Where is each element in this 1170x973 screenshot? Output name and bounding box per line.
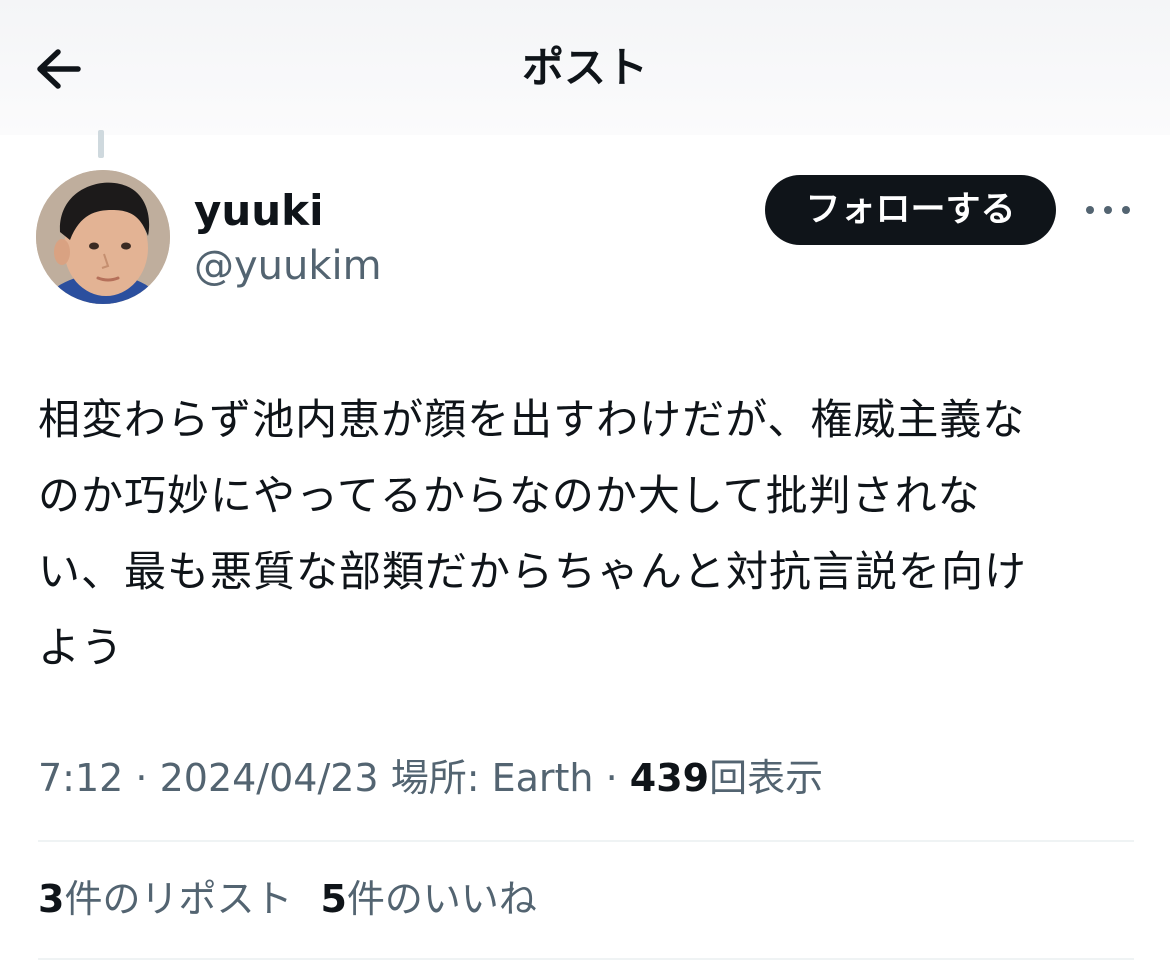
likes-count: 5 [320,877,347,921]
divider [38,958,1134,960]
reposts-count: 3 [38,877,65,921]
reposts-stat[interactable]: 3件のリポスト [38,872,292,926]
tweet-text: 相変わらず池内恵が顔を出すわけだが、権威主義な のか巧妙にやってるからなのか大し… [38,395,1028,672]
child-portrait-avatar [36,170,170,304]
more-options-button[interactable] [1082,192,1134,228]
more-horizontal-icon [1086,206,1130,214]
likes-label: 件のいいね [346,877,537,921]
top-bar: ポスト [0,0,1170,135]
meta-separator: · [593,756,630,800]
follow-button[interactable]: フォローする [765,175,1056,245]
views-count: 439 [629,756,710,800]
post-location[interactable]: 場所: Earth [391,756,594,800]
meta-separator: · [123,756,160,800]
engagement-stats: 3件のリポスト 5件のいいね [38,872,565,926]
tweet-meta: 7:12 · 2024/04/23 場所: Earth · 439回表示 [38,752,823,804]
author-display-name[interactable]: yuuki [194,184,324,238]
views-label: 回表示 [709,756,824,800]
thread-connector-line [98,130,104,158]
divider [38,840,1134,842]
author-handle[interactable]: @yuukim [194,240,382,292]
likes-stat[interactable]: 5件のいいね [320,872,536,926]
post-date[interactable]: 2024/04/23 [160,756,379,800]
post-time[interactable]: 7:12 [38,756,123,800]
avatar[interactable] [36,170,170,304]
page-title: ポスト [521,43,648,92]
reposts-label: 件のリポスト [64,877,293,921]
